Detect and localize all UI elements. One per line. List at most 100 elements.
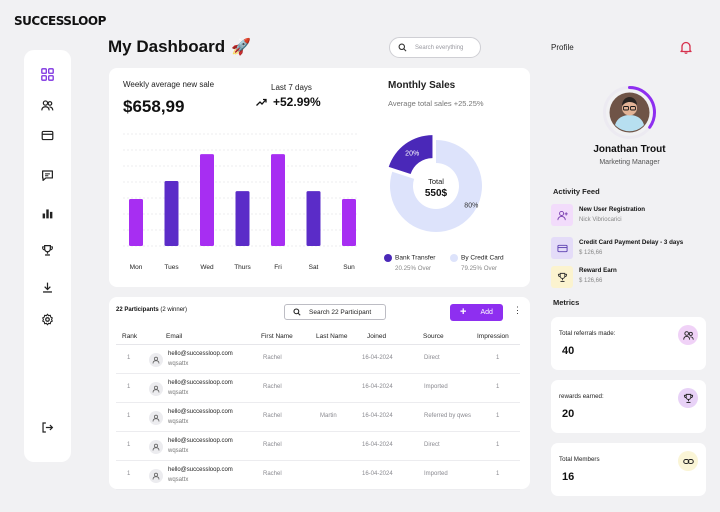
col-source[interactable]: Source bbox=[423, 333, 444, 340]
metric-members: Total Members 16 bbox=[551, 443, 706, 496]
participant-search-input[interactable]: Search 22 Participant bbox=[284, 304, 386, 320]
global-search-placeholder: Search everything bbox=[415, 44, 464, 51]
cell-impression: 1 bbox=[496, 384, 500, 390]
legend-label: Bank Transfer bbox=[395, 254, 436, 262]
search-icon bbox=[398, 43, 407, 52]
metric-label: rewards earned: bbox=[559, 393, 604, 400]
user-avatar-icon bbox=[149, 469, 163, 483]
col-last-name[interactable]: Last Name bbox=[316, 333, 347, 340]
col-email[interactable]: Email bbox=[166, 333, 182, 340]
col-joined[interactable]: Joined bbox=[367, 333, 386, 340]
bar-thurs[interactable] bbox=[235, 191, 250, 246]
chat-icon[interactable] bbox=[39, 167, 55, 183]
metric-label: Total Members bbox=[559, 456, 600, 463]
email-address: hello@successloop.com bbox=[168, 409, 233, 415]
metric-value: 20 bbox=[562, 408, 575, 420]
table-row[interactable]: 1 Rachel 16-04-2024 Direct 1 hello@successloo… bbox=[116, 432, 520, 461]
email-address: hello@successloop.com bbox=[168, 380, 233, 386]
bar-wed[interactable] bbox=[200, 154, 214, 246]
donut-center-value: 550$ bbox=[425, 188, 448, 199]
col-rank[interactable]: Rank bbox=[122, 333, 137, 340]
user-avatar-icon bbox=[149, 411, 163, 425]
cell-email: hello@successloop.com wqsattx bbox=[168, 465, 233, 485]
brand-logo-text: SUCCESSLOOP bbox=[14, 14, 106, 28]
metrics-title: Metrics bbox=[553, 298, 580, 307]
profile-role: Marketing Manager bbox=[599, 159, 660, 166]
add-participant-button[interactable]: + Add bbox=[450, 304, 503, 321]
bar-sat[interactable] bbox=[306, 191, 321, 246]
more-options-icon[interactable]: ⋮ bbox=[513, 306, 522, 315]
monthly-sales-subtitle: Average total sales +25.25% bbox=[388, 99, 484, 108]
participant-search-placeholder: Search 22 Participant bbox=[309, 308, 372, 316]
cell-impression: 1 bbox=[496, 471, 500, 477]
x-tick-label: Thurs bbox=[234, 264, 251, 271]
users-icon[interactable] bbox=[39, 97, 55, 113]
profile-avatar[interactable] bbox=[602, 85, 657, 140]
table-row[interactable]: 1 Rachel Martin 16-04-2024 Referred by qwes 1… bbox=[116, 403, 520, 432]
settings-icon[interactable] bbox=[39, 311, 55, 327]
cell-email: hello@successloop.com wqsattx bbox=[168, 436, 233, 456]
bar-mon[interactable] bbox=[129, 198, 143, 246]
x-tick-label: Tues bbox=[164, 264, 179, 271]
participants-winners: (2 winner) bbox=[160, 307, 188, 313]
download-icon[interactable] bbox=[39, 279, 55, 295]
email-handle: wqsattx bbox=[168, 361, 189, 367]
table-row[interactable]: 1 Rachel 16-04-2024 Direct 1 hello@successloo… bbox=[116, 345, 520, 374]
metric-label: Total referrals made: bbox=[559, 330, 616, 337]
bell-icon[interactable] bbox=[680, 40, 692, 54]
cell-source: Imported bbox=[424, 471, 448, 477]
cell-first: Rachel bbox=[263, 442, 282, 448]
trophy-icon[interactable] bbox=[39, 242, 55, 258]
global-search-input[interactable]: Search everything bbox=[389, 37, 481, 58]
profile-name: Jonathan Trout bbox=[593, 144, 666, 155]
user-avatar-icon bbox=[149, 440, 163, 454]
bar-chart-icon[interactable] bbox=[39, 205, 55, 221]
email-handle: wqsattx bbox=[168, 477, 189, 483]
trophy-icon bbox=[551, 266, 573, 288]
user-plus-icon bbox=[551, 204, 573, 226]
legend-note: 79.25% Over bbox=[461, 265, 498, 272]
x-tick-label: Sun bbox=[343, 264, 355, 271]
x-tick-label: Sat bbox=[309, 264, 319, 271]
grid-icon[interactable] bbox=[39, 66, 55, 82]
col-impression[interactable]: Impression bbox=[477, 333, 509, 340]
logout-icon[interactable] bbox=[39, 419, 55, 435]
bar-sun[interactable] bbox=[342, 198, 356, 246]
cell-email: hello@successloop.com wqsattx bbox=[168, 349, 233, 369]
participants-count: 22 Participants bbox=[116, 307, 159, 313]
weekly-bar-chart: Mon Tues Wed Thurs Fri Sat Sun bbox=[123, 133, 359, 271]
email-handle: wqsattx bbox=[168, 448, 189, 454]
metric-referrals: Total referrals made: 40 bbox=[551, 317, 706, 370]
page-title: My Dashboard 🚀 bbox=[108, 37, 251, 57]
activity-item-title: Credit Card Payment Delay - 3 days bbox=[579, 239, 684, 246]
cell-source: Imported bbox=[424, 384, 448, 390]
brand-logo[interactable]: SUCCESSLOOP bbox=[14, 14, 106, 28]
cell-email: hello@successloop.com wqsattx bbox=[168, 378, 233, 398]
cell-source: Referred by qwes bbox=[424, 413, 472, 419]
user-avatar-icon bbox=[149, 382, 163, 396]
legend-bank-transfer: Bank Transfer 20.25% Over bbox=[384, 254, 435, 272]
col-first-name[interactable]: First Name bbox=[261, 333, 293, 340]
add-button-label: Add bbox=[480, 309, 493, 316]
user-avatar-icon bbox=[149, 353, 163, 367]
users-icon bbox=[678, 325, 698, 345]
cell-impression: 1 bbox=[496, 355, 500, 361]
cell-joined: 16-04-2024 bbox=[362, 355, 393, 361]
cell-source: Direct bbox=[424, 355, 440, 361]
card-icon[interactable] bbox=[39, 127, 55, 143]
activity-feed-title: Activity Feed bbox=[553, 187, 600, 196]
bar-fri[interactable] bbox=[271, 154, 285, 246]
donut-center-label: Total bbox=[428, 177, 444, 186]
table-row[interactable]: 1 Rachel 16-04-2024 Imported 1 hello@successl… bbox=[116, 374, 520, 403]
cell-rank: 1 bbox=[127, 413, 131, 419]
bar-tues[interactable] bbox=[164, 181, 179, 246]
cell-rank: 1 bbox=[127, 471, 131, 477]
activity-item-title: New User Registration bbox=[579, 206, 646, 213]
metric-value: 16 bbox=[562, 471, 575, 483]
sidebar bbox=[24, 50, 71, 462]
cell-email: hello@successloop.com wqsattx bbox=[168, 407, 233, 427]
email-handle: wqsattx bbox=[168, 390, 189, 396]
email-address: hello@successloop.com bbox=[168, 467, 233, 473]
cell-rank: 1 bbox=[127, 384, 131, 390]
table-row[interactable]: 1 Rachel 16-04-2024 Imported 1 hello@successl… bbox=[116, 461, 520, 490]
